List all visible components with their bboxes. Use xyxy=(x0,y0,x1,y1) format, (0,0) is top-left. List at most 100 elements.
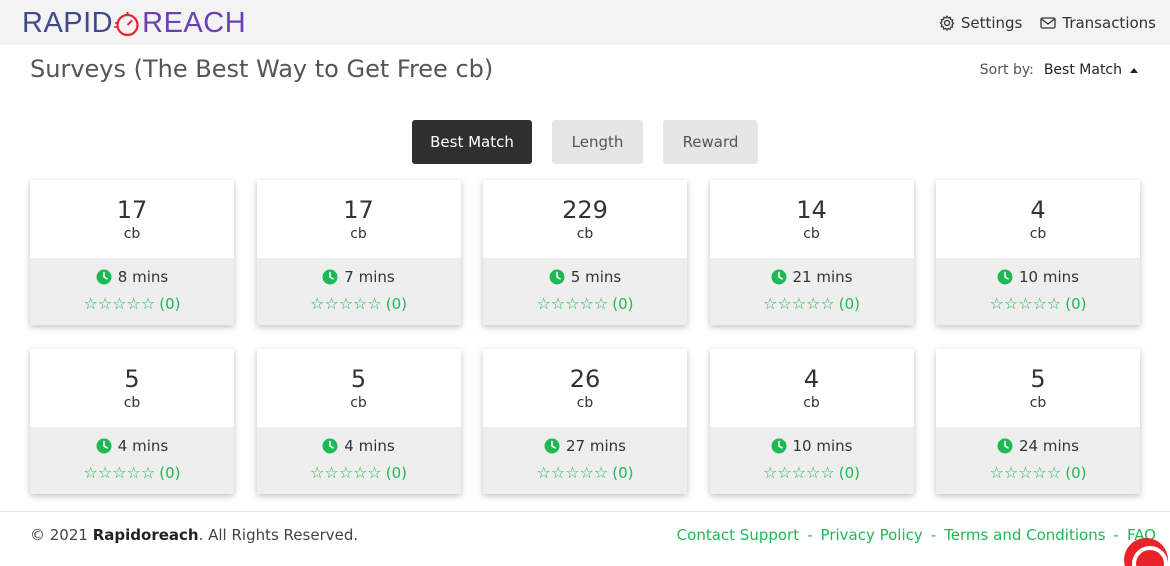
survey-card[interactable]: 17 cb 7 mins ☆ ☆ ☆ ☆ ☆ (0) xyxy=(256,180,461,325)
survey-rating: ☆ ☆ ☆ ☆ ☆ (0) xyxy=(537,295,634,313)
star-outline-icon: ☆ xyxy=(806,463,821,482)
star-outline-icon: ☆ ☆ ☆ ☆ ☆ xyxy=(990,296,1062,312)
survey-length: 5 mins xyxy=(549,268,621,286)
survey-length: 4 mins xyxy=(96,437,168,455)
copyright-suffix: . All Rights Reserved. xyxy=(198,526,359,544)
rating-count: (0) xyxy=(159,464,181,482)
star-outline-icon: ☆ xyxy=(1018,294,1033,313)
card-details: 10 mins ☆ ☆ ☆ ☆ ☆ (0) xyxy=(936,258,1140,325)
survey-grid: 17 cb 8 mins ☆ ☆ ☆ ☆ ☆ (0) 17 cb 7 mins … xyxy=(30,180,1140,494)
card-reward: 14 cb xyxy=(710,180,914,258)
survey-time: 8 mins xyxy=(117,268,169,286)
page-title: Surveys (The Best Way to Get Free cb) xyxy=(30,55,494,83)
star-outline-icon: ☆ xyxy=(565,463,580,482)
star-outline-icon: ☆ ☆ ☆ ☆ ☆ xyxy=(310,465,382,481)
survey-amount: 14 xyxy=(796,196,827,224)
star-outline-icon: ☆ xyxy=(338,294,354,313)
survey-unit: cb xyxy=(803,395,820,411)
star-outline-icon: ☆ xyxy=(806,294,821,313)
star-outline-icon: ☆ xyxy=(1003,463,1019,482)
survey-length: 4 mins xyxy=(322,437,395,455)
sort-value: Best Match xyxy=(1043,62,1122,78)
clock-icon xyxy=(96,269,112,285)
survey-time: 21 mins xyxy=(792,268,853,286)
star-outline-icon: ☆ ☆ ☆ ☆ ☆ xyxy=(537,465,609,481)
star-outline-icon: ☆ xyxy=(763,294,778,313)
survey-amount: 4 xyxy=(803,365,820,393)
link-separator: - xyxy=(930,526,937,544)
survey-unit: cb xyxy=(123,395,141,411)
survey-card[interactable]: 5 cb 24 mins ☆ ☆ ☆ ☆ ☆ (0) xyxy=(936,349,1140,494)
star-outline-icon: ☆ xyxy=(140,294,156,313)
star-outline-icon: ☆ xyxy=(338,463,354,482)
star-outline-icon: ☆ xyxy=(353,463,368,482)
clock-icon xyxy=(771,438,787,454)
star-outline-icon: ☆ xyxy=(777,463,792,482)
star-outline-icon: ☆ ☆ ☆ ☆ ☆ xyxy=(84,296,156,312)
terms-link[interactable]: Terms and Conditions xyxy=(944,526,1105,544)
transactions-link[interactable]: Transactions xyxy=(1040,14,1156,32)
survey-unit: cb xyxy=(576,226,594,242)
rating-count: (0) xyxy=(1065,464,1087,482)
card-details: 10 mins ☆ ☆ ☆ ☆ ☆ (0) xyxy=(709,427,914,494)
star-outline-icon: ☆ xyxy=(536,463,551,482)
star-outline-icon: ☆ ☆ ☆ ☆ ☆ xyxy=(310,296,382,312)
survey-card[interactable]: 5 cb 4 mins ☆ ☆ ☆ ☆ ☆ (0) xyxy=(30,349,234,494)
survey-card[interactable]: 14 cb 21 mins ☆ ☆ ☆ ☆ ☆ (0) xyxy=(709,180,914,325)
survey-rating: ☆ ☆ ☆ ☆ ☆ (0) xyxy=(990,464,1087,482)
survey-rating: ☆ ☆ ☆ ☆ ☆ (0) xyxy=(763,295,860,313)
tab-reward[interactable]: Reward xyxy=(663,120,758,164)
survey-time: 4 mins xyxy=(117,437,169,455)
tab-best-match[interactable]: Best Match xyxy=(412,120,532,164)
survey-card[interactable]: 26 cb 27 mins ☆ ☆ ☆ ☆ ☆ (0) xyxy=(483,349,687,494)
star-outline-icon: ☆ xyxy=(126,294,141,313)
star-outline-icon: ☆ xyxy=(791,294,807,313)
star-outline-icon: ☆ ☆ ☆ ☆ ☆ xyxy=(990,465,1062,481)
star-outline-icon: ☆ ☆ ☆ ☆ ☆ xyxy=(84,465,156,481)
rating-count: (0) xyxy=(159,295,181,313)
survey-card[interactable]: 229 cb 5 mins ☆ ☆ ☆ ☆ ☆ (0) xyxy=(483,180,687,325)
tab-length[interactable]: Length xyxy=(552,120,643,164)
settings-link[interactable]: Settings xyxy=(939,14,1023,32)
star-outline-icon: ☆ xyxy=(820,294,835,313)
survey-length: 27 mins xyxy=(544,437,626,455)
star-outline-icon: ☆ xyxy=(1032,294,1047,313)
top-bar: RAPID REACH Settings Transactions xyxy=(0,0,1170,45)
privacy-policy-link[interactable]: Privacy Policy xyxy=(821,526,923,544)
star-outline-icon: ☆ xyxy=(1032,463,1047,482)
settings-label: Settings xyxy=(960,14,1023,32)
card-reward: 17 cb xyxy=(257,180,461,258)
survey-time: 5 mins xyxy=(570,268,622,286)
survey-card[interactable]: 4 cb 10 mins ☆ ☆ ☆ ☆ ☆ (0) xyxy=(936,180,1140,325)
survey-amount: 5 xyxy=(124,365,140,393)
rating-count: (0) xyxy=(385,295,407,313)
rating-count: (0) xyxy=(385,464,407,482)
survey-unit: cb xyxy=(1029,226,1047,242)
star-outline-icon: ☆ xyxy=(550,463,566,482)
star-outline-icon: ☆ xyxy=(83,463,98,482)
survey-rating: ☆ ☆ ☆ ☆ ☆ (0) xyxy=(310,464,407,482)
survey-card[interactable]: 4 cb 10 mins ☆ ☆ ☆ ☆ ☆ (0) xyxy=(709,349,914,494)
survey-card[interactable]: 5 cb 4 mins ☆ ☆ ☆ ☆ ☆ (0) xyxy=(256,349,461,494)
star-outline-icon: ☆ xyxy=(989,294,1004,313)
survey-amount: 229 xyxy=(562,196,608,224)
contact-support-link[interactable]: Contact Support xyxy=(677,526,799,544)
sort-dropdown[interactable]: Best Match xyxy=(1044,62,1138,78)
survey-card[interactable]: 17 cb 8 mins ☆ ☆ ☆ ☆ ☆ (0) xyxy=(30,180,234,325)
footer-divider xyxy=(0,511,1170,512)
survey-amount: 17 xyxy=(116,196,148,224)
brand-logo[interactable]: RAPID REACH xyxy=(22,7,246,39)
star-outline-icon: ☆ xyxy=(324,463,339,482)
survey-time: 10 mins xyxy=(792,437,853,455)
survey-unit: cb xyxy=(350,226,367,242)
card-reward: 5 cb xyxy=(257,349,461,427)
star-outline-icon: ☆ xyxy=(140,463,156,482)
star-outline-icon: ☆ xyxy=(97,294,113,313)
copyright-prefix: © 2021 xyxy=(30,526,93,544)
star-outline-icon: ☆ xyxy=(310,294,325,313)
card-details: 24 mins ☆ ☆ ☆ ☆ ☆ (0) xyxy=(936,427,1140,494)
survey-time: 10 mins xyxy=(1019,268,1079,286)
star-outline-icon: ☆ xyxy=(310,463,325,482)
card-reward: 26 cb xyxy=(483,349,687,427)
survey-rating: ☆ ☆ ☆ ☆ ☆ (0) xyxy=(537,464,634,482)
